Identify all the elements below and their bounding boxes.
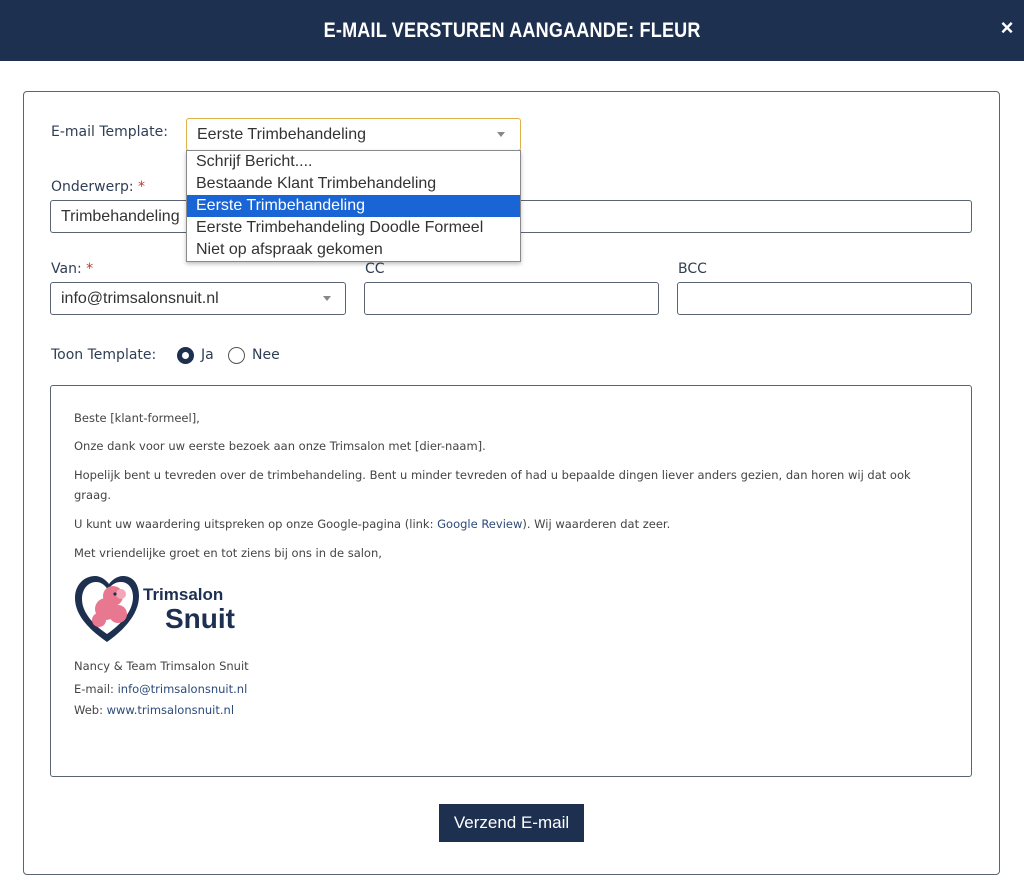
- body-web-line: Web: www.trimsalonsnuit.nl: [74, 703, 235, 717]
- body-signature: Nancy & Team Trimsalon Snuit: [74, 659, 249, 673]
- modal-title: E-MAIL VERSTUREN AANGAANDE: FLEUR: [323, 18, 701, 42]
- template-option[interactable]: Schrijf Bericht....: [187, 151, 520, 173]
- from-select[interactable]: info@trimsalonsnuit.nl: [50, 282, 346, 315]
- template-option[interactable]: Bestaande Klant Trimbehandeling: [187, 173, 520, 195]
- google-review-link[interactable]: Google Review: [437, 517, 522, 531]
- subject-input-value: Trimbehandeling: [61, 208, 180, 225]
- logo-text-bottom: Snuit: [165, 603, 235, 634]
- radio-no[interactable]: [228, 347, 245, 364]
- body-line-2a: Hopelijk bent u tevreden over de trimbeh…: [74, 468, 911, 482]
- chevron-down-icon: [497, 132, 505, 137]
- logo-text-top: Trimsalon: [143, 585, 223, 604]
- cc-label: CC: [365, 261, 385, 277]
- chevron-down-icon: [323, 296, 331, 301]
- bcc-label: BCC: [678, 261, 707, 277]
- body-line-2b: graag.: [74, 488, 112, 502]
- template-label: E-mail Template:: [51, 124, 168, 140]
- email-link[interactable]: info@trimsalonsnuit.nl: [118, 682, 248, 696]
- template-option[interactable]: Niet op afspraak gekomen: [187, 239, 520, 261]
- body-line-1: Onze dank voor uw eerste bezoek aan onze…: [74, 439, 486, 453]
- bcc-input[interactable]: [677, 282, 972, 315]
- template-dropdown-list: Schrijf Bericht.... Bestaande Klant Trim…: [186, 150, 521, 262]
- body-closing: Met vriendelijke groet en tot ziens bij …: [74, 546, 382, 560]
- radio-yes[interactable]: [177, 347, 194, 364]
- radio-no-label: Nee: [252, 347, 280, 363]
- web-link[interactable]: www.trimsalonsnuit.nl: [107, 703, 234, 717]
- template-option[interactable]: Eerste Trimbehandeling Doodle Formeel: [187, 217, 520, 239]
- template-option-selected[interactable]: Eerste Trimbehandeling: [187, 195, 520, 217]
- modal-header: E-MAIL VERSTUREN AANGAANDE: FLEUR ×: [0, 0, 1024, 61]
- from-label: Van: *: [51, 261, 94, 277]
- template-select-value: Eerste Trimbehandeling: [197, 126, 366, 143]
- body-line-3: U kunt uw waardering uitspreken op onze …: [74, 517, 671, 531]
- body-email-line: E-mail: info@trimsalonsnuit.nl: [74, 682, 248, 696]
- trimsalon-snuit-logo: Trimsalon Snuit: [75, 576, 235, 642]
- body-greeting: Beste [klant-formeel],: [74, 411, 200, 425]
- close-icon[interactable]: ×: [996, 14, 1018, 42]
- send-email-button[interactable]: Verzend E-mail: [439, 804, 584, 842]
- from-select-value: info@trimsalonsnuit.nl: [61, 290, 219, 307]
- email-body-editor[interactable]: Beste [klant-formeel], Onze dank voor uw…: [50, 385, 972, 777]
- radio-yes-label: Ja: [201, 347, 214, 363]
- subject-label: Onderwerp: *: [51, 179, 146, 195]
- template-select[interactable]: Eerste Trimbehandeling: [186, 118, 521, 151]
- show-template-label: Toon Template:: [51, 347, 157, 363]
- cc-input[interactable]: [364, 282, 659, 315]
